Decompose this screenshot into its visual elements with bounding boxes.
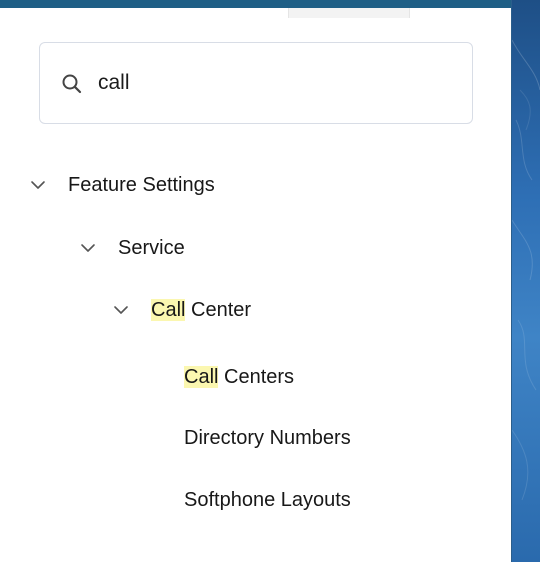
tree-item-softphone-layouts[interactable]: Softphone Layouts bbox=[184, 482, 351, 518]
tree-item-service[interactable]: Service bbox=[80, 230, 185, 266]
tree-item-call-center[interactable]: Call Center bbox=[113, 292, 251, 328]
search-match-highlight: Call bbox=[151, 298, 186, 321]
tree-item-directory-numbers[interactable]: Directory Numbers bbox=[184, 420, 351, 456]
label-rest: Center bbox=[185, 298, 252, 321]
background-panel bbox=[512, 0, 540, 562]
chevron-down-icon[interactable] bbox=[113, 302, 129, 318]
label-rest: Centers bbox=[218, 365, 295, 388]
chevron-down-icon[interactable] bbox=[30, 177, 46, 193]
quick-find-box[interactable] bbox=[39, 42, 473, 124]
quick-find-input[interactable] bbox=[98, 67, 458, 99]
tree-item-label: Feature Settings bbox=[68, 173, 215, 196]
search-icon bbox=[62, 74, 82, 94]
header-tab bbox=[288, 8, 410, 18]
contour-pattern bbox=[512, 39, 540, 501]
setup-quick-find-panel: Feature Settings Service Call Center Cal… bbox=[0, 0, 540, 562]
tree-item-label: Softphone Layouts bbox=[184, 488, 351, 511]
tree-item-label: Call Center bbox=[151, 298, 252, 322]
tree-item-label: Directory Numbers bbox=[184, 426, 351, 449]
header-bar bbox=[0, 0, 512, 8]
chevron-down-icon[interactable] bbox=[80, 240, 96, 256]
search-match-highlight: Call bbox=[184, 365, 219, 388]
tree-item-label: Call Centers bbox=[184, 365, 295, 389]
tree-item-label: Service bbox=[118, 236, 185, 259]
tree-item-call-centers[interactable]: Call Centers bbox=[184, 359, 294, 395]
tree-item-feature-settings[interactable]: Feature Settings bbox=[30, 167, 215, 203]
